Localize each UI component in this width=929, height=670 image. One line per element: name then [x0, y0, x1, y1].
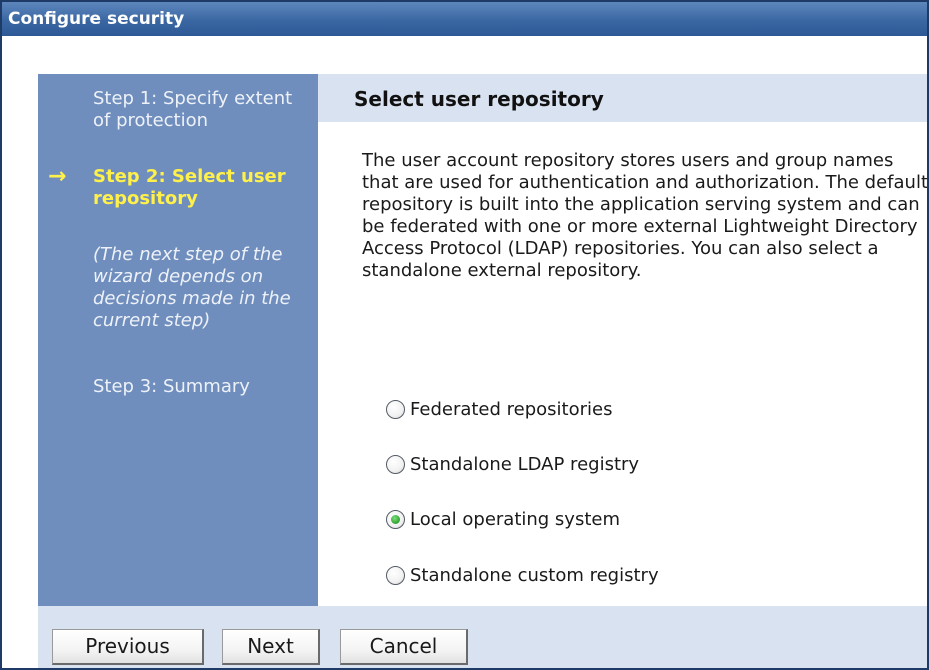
step-1-label: Step 1: Specify extent of protection	[93, 88, 293, 131]
repository-description: The user account repository stores users…	[362, 150, 928, 281]
radio-standalone-ldap-registry[interactable]: Standalone LDAP registry	[386, 449, 639, 479]
radio-label: Standalone custom registry	[410, 564, 659, 586]
radio-button-selected-icon[interactable]	[386, 509, 405, 529]
next-button[interactable]: Next	[222, 629, 320, 665]
radio-local-operating-system[interactable]: Local operating system	[386, 504, 620, 534]
radio-button-icon[interactable]	[386, 454, 405, 474]
radio-button-icon[interactable]	[386, 399, 405, 419]
previous-button[interactable]: Previous	[52, 629, 204, 665]
current-step-arrow-icon: →	[48, 164, 67, 189]
page-title: Select user repository	[318, 74, 927, 122]
wizard-content-panel: Select user repository The user account …	[318, 74, 928, 606]
radio-label: Standalone LDAP registry	[410, 453, 640, 475]
radio-standalone-custom-registry[interactable]: Standalone custom registry	[386, 560, 659, 590]
radio-federated-repositories[interactable]: Federated repositories	[386, 394, 612, 424]
window-title: Configure security	[2, 2, 927, 36]
radio-label: Federated repositories	[410, 398, 613, 420]
cancel-button[interactable]: Cancel	[340, 629, 468, 665]
step-2-label-current: Step 2: Select user repository	[93, 166, 286, 209]
wizard-steps-sidebar: Step 1: Specify extent of protection → S…	[38, 74, 318, 606]
step-note: (The next step of the wizard depends on …	[93, 244, 291, 331]
radio-button-icon[interactable]	[386, 565, 405, 585]
radio-label: Local operating system	[410, 508, 621, 530]
wizard-button-bar: Previous Next Cancel	[38, 606, 927, 668]
wizard-window: Configure security Step 1: Specify exten…	[0, 0, 929, 670]
step-3-label: Step 3: Summary	[93, 376, 250, 397]
